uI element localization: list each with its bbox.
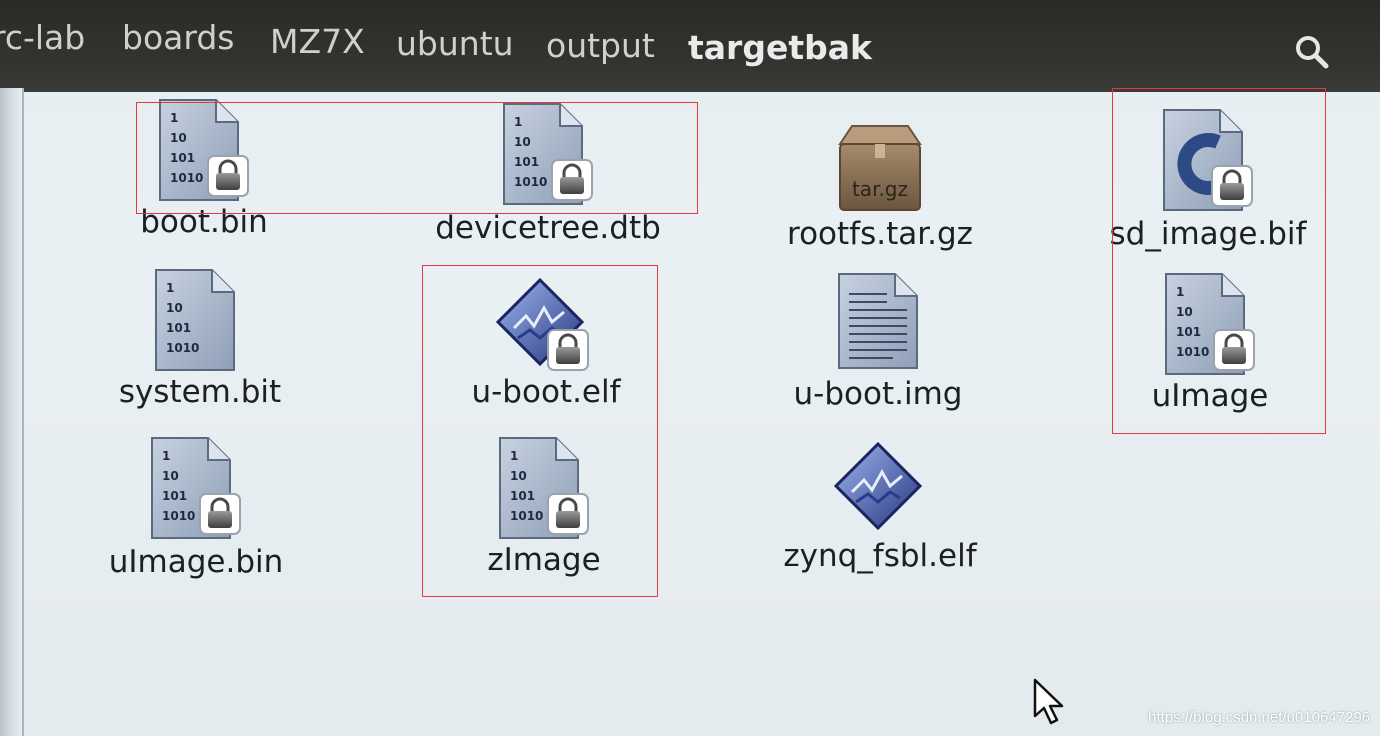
file-label: system.bit	[118, 374, 282, 410]
binary-file-locked-icon	[1165, 273, 1256, 375]
file-label: rootfs.tar.gz	[787, 216, 973, 252]
archive-box-icon: tar.gz	[838, 125, 922, 211]
file-label: uImage.bin	[108, 544, 284, 580]
c-source-file-locked-icon	[1163, 109, 1254, 211]
file-label: zynq_fsbl.elf	[783, 538, 977, 574]
watermark-text: https://blog.csdn.net/u010647296	[1148, 709, 1370, 726]
executable-icon	[834, 442, 922, 530]
file-label: sd_image.bif	[1109, 216, 1307, 252]
binary-file-locked-icon	[151, 437, 242, 539]
search-button[interactable]	[1292, 32, 1332, 72]
sidebar-edge	[0, 88, 24, 736]
file-zimage[interactable]: zImage	[414, 436, 674, 626]
binary-file-locked-icon	[499, 437, 590, 539]
text-document-icon	[838, 273, 918, 369]
file-label: u-boot.elf	[471, 374, 621, 410]
file-u-boot-elf[interactable]: u-boot.elf	[416, 270, 676, 460]
file-label: devicetree.dtb	[435, 210, 661, 246]
file-devicetree-dtb[interactable]: devicetree.dtb	[418, 102, 678, 292]
file-uimage[interactable]: uImage	[1080, 272, 1340, 462]
file-label: u-boot.img	[793, 376, 963, 412]
mouse-pointer-icon	[1033, 678, 1064, 725]
file-uimage-bin[interactable]: uImage.bin	[66, 436, 326, 626]
file-system-bit[interactable]: system.bit	[70, 268, 330, 458]
breadcrumb-item-mz7x[interactable]: MZ7X	[270, 22, 365, 61]
archive-type-text: tar.gz	[852, 177, 908, 201]
binary-file-icon	[155, 269, 235, 371]
executable-locked-icon	[496, 278, 590, 372]
file-u-boot-img[interactable]: u-boot.img	[748, 272, 1008, 462]
binary-file-locked-icon	[503, 103, 594, 205]
binary-file-locked-icon	[159, 99, 250, 201]
breadcrumb-item-output[interactable]: output	[546, 26, 655, 65]
path-bar: rc-lab boards MZ7X ubuntu output targetb…	[0, 0, 1380, 92]
file-label: zImage	[487, 542, 601, 578]
breadcrumb-item-boards[interactable]: boards	[122, 18, 235, 57]
breadcrumb-item-ubuntu[interactable]: ubuntu	[396, 24, 514, 63]
file-zynq-fsbl-elf[interactable]: zynq_fsbl.elf	[750, 440, 1010, 630]
file-sd-image-bif[interactable]: sd_image.bif	[1078, 108, 1338, 298]
breadcrumb-item-targetbak[interactable]: targetbak	[688, 28, 872, 67]
file-boot-bin[interactable]: boot.bin	[74, 98, 334, 288]
search-icon	[1296, 36, 1329, 69]
breadcrumb-item-rc-lab[interactable]: rc-lab	[0, 18, 85, 57]
file-label: uImage	[1151, 378, 1269, 414]
file-label: boot.bin	[140, 204, 268, 240]
